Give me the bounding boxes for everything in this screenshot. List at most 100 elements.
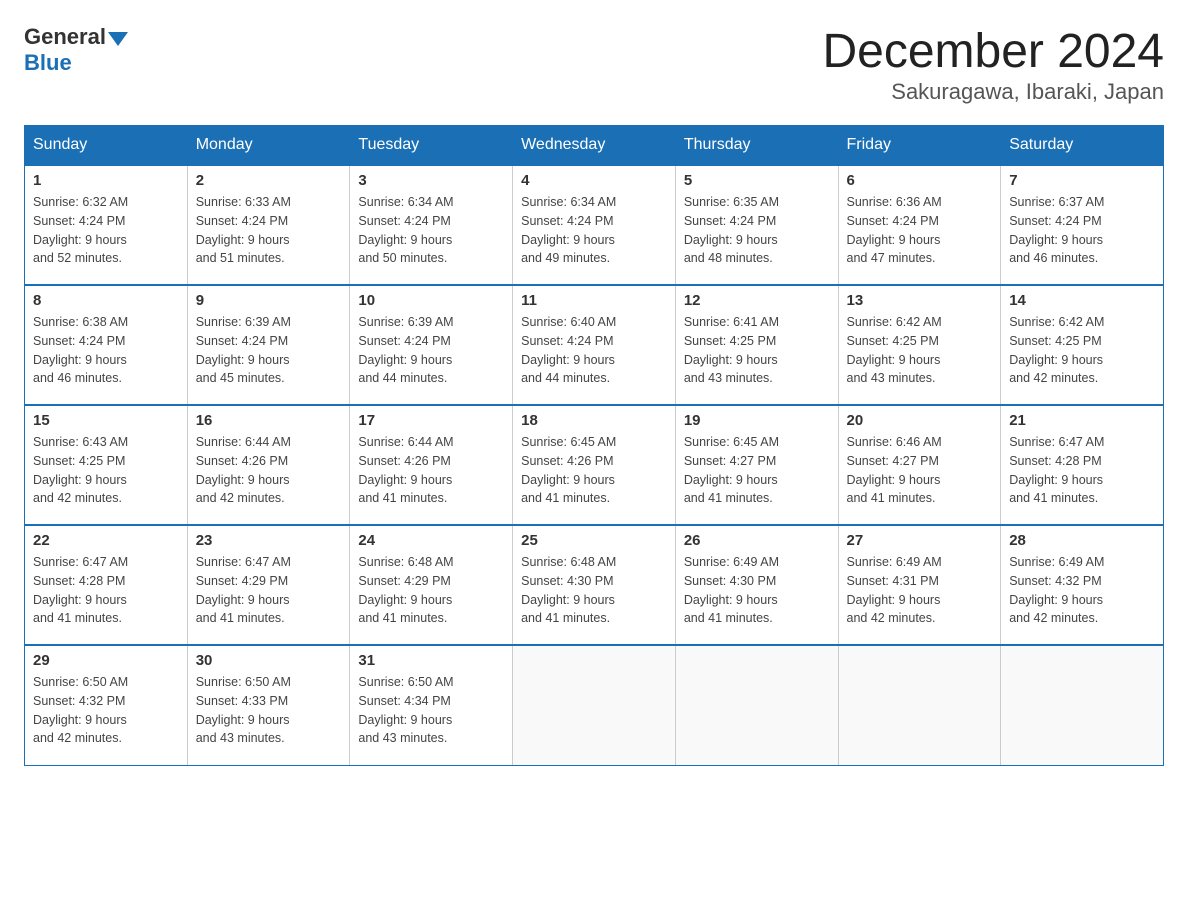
day-info: Sunrise: 6:41 AMSunset: 4:25 PMDaylight:…: [684, 313, 830, 388]
calendar-cell: 6Sunrise: 6:36 AMSunset: 4:24 PMDaylight…: [838, 165, 1001, 285]
calendar-table: SundayMondayTuesdayWednesdayThursdayFrid…: [24, 125, 1164, 766]
calendar-cell: [838, 645, 1001, 765]
calendar-week-row: 15Sunrise: 6:43 AMSunset: 4:25 PMDayligh…: [25, 405, 1164, 525]
day-info: Sunrise: 6:50 AMSunset: 4:33 PMDaylight:…: [196, 673, 342, 748]
day-info: Sunrise: 6:49 AMSunset: 4:32 PMDaylight:…: [1009, 553, 1155, 628]
header-wednesday: Wednesday: [513, 126, 676, 166]
month-title: December 2024: [822, 24, 1164, 79]
day-info: Sunrise: 6:48 AMSunset: 4:29 PMDaylight:…: [358, 553, 504, 628]
day-info: Sunrise: 6:45 AMSunset: 4:26 PMDaylight:…: [521, 433, 667, 508]
day-number: 9: [196, 292, 342, 309]
calendar-cell: 28 Sunrise: 6:49 AMSunset: 4:32 PMDayligh…: [1001, 525, 1164, 645]
calendar-cell: 21Sunrise: 6:47 AMSunset: 4:28 PMDayligh…: [1001, 405, 1164, 525]
calendar-cell: 1 Sunrise: 6:32 AMSunset: 4:24 PMDaylight…: [25, 165, 188, 285]
calendar-header-row: SundayMondayTuesdayWednesdayThursdayFrid…: [25, 126, 1164, 166]
logo-general-text: General: [24, 24, 106, 50]
day-info: Sunrise: 6:38 AMSunset: 4:24 PMDaylight:…: [33, 313, 179, 388]
day-number: 1: [33, 172, 179, 189]
day-info: Sunrise: 6:37 AMSunset: 4:24 PMDaylight:…: [1009, 193, 1155, 268]
day-number: 26: [684, 532, 830, 549]
calendar-cell: 29 Sunrise: 6:50 AMSunset: 4:32 PMDayligh…: [25, 645, 188, 765]
day-number: 30: [196, 652, 342, 669]
day-info: Sunrise: 6:34 AMSunset: 4:24 PMDaylight:…: [521, 193, 667, 268]
day-info: Sunrise: 6:35 AMSunset: 4:24 PMDaylight:…: [684, 193, 830, 268]
location-subtitle: Sakuragawa, Ibaraki, Japan: [822, 79, 1164, 105]
day-info: Sunrise: 6:49 AMSunset: 4:31 PMDaylight:…: [847, 553, 993, 628]
page-header: General Blue December 2024 Sakuragawa, I…: [24, 24, 1164, 105]
day-info: Sunrise: 6:50 AMSunset: 4:32 PMDaylight:…: [33, 673, 179, 748]
calendar-cell: 2Sunrise: 6:33 AMSunset: 4:24 PMDaylight…: [187, 165, 350, 285]
calendar-cell: 10Sunrise: 6:39 AMSunset: 4:24 PMDayligh…: [350, 285, 513, 405]
calendar-cell: 23 Sunrise: 6:47 AMSunset: 4:29 PMDayligh…: [187, 525, 350, 645]
calendar-cell: 24 Sunrise: 6:48 AMSunset: 4:29 PMDayligh…: [350, 525, 513, 645]
day-number: 4: [521, 172, 667, 189]
day-info: Sunrise: 6:50 AMSunset: 4:34 PMDaylight:…: [358, 673, 504, 748]
day-info: Sunrise: 6:45 AMSunset: 4:27 PMDaylight:…: [684, 433, 830, 508]
calendar-cell: 8Sunrise: 6:38 AMSunset: 4:24 PMDaylight…: [25, 285, 188, 405]
day-number: 29: [33, 652, 179, 669]
logo-arrow-icon: [108, 32, 128, 46]
day-number: 13: [847, 292, 993, 309]
day-number: 23: [196, 532, 342, 549]
day-number: 19: [684, 412, 830, 429]
calendar-week-row: 8Sunrise: 6:38 AMSunset: 4:24 PMDaylight…: [25, 285, 1164, 405]
calendar-cell: 30 Sunrise: 6:50 AMSunset: 4:33 PMDayligh…: [187, 645, 350, 765]
calendar-cell: [513, 645, 676, 765]
day-info: Sunrise: 6:36 AMSunset: 4:24 PMDaylight:…: [847, 193, 993, 268]
calendar-cell: 26 Sunrise: 6:49 AMSunset: 4:30 PMDayligh…: [675, 525, 838, 645]
day-number: 3: [358, 172, 504, 189]
calendar-cell: 27Sunrise: 6:49 AMSunset: 4:31 PMDayligh…: [838, 525, 1001, 645]
calendar-cell: 25 Sunrise: 6:48 AMSunset: 4:30 PMDayligh…: [513, 525, 676, 645]
day-number: 24: [358, 532, 504, 549]
header-sunday: Sunday: [25, 126, 188, 166]
day-info: Sunrise: 6:40 AMSunset: 4:24 PMDaylight:…: [521, 313, 667, 388]
day-number: 20: [847, 412, 993, 429]
calendar-cell: 4 Sunrise: 6:34 AMSunset: 4:24 PMDaylight…: [513, 165, 676, 285]
calendar-cell: 7 Sunrise: 6:37 AMSunset: 4:24 PMDaylight…: [1001, 165, 1164, 285]
day-number: 22: [33, 532, 179, 549]
day-info: Sunrise: 6:49 AMSunset: 4:30 PMDaylight:…: [684, 553, 830, 628]
calendar-cell: 5 Sunrise: 6:35 AMSunset: 4:24 PMDaylight…: [675, 165, 838, 285]
day-number: 10: [358, 292, 504, 309]
day-number: 28: [1009, 532, 1155, 549]
calendar-cell: 20Sunrise: 6:46 AMSunset: 4:27 PMDayligh…: [838, 405, 1001, 525]
day-number: 5: [684, 172, 830, 189]
day-info: Sunrise: 6:44 AMSunset: 4:26 PMDaylight:…: [196, 433, 342, 508]
calendar-week-row: 22 Sunrise: 6:47 AMSunset: 4:28 PMDayligh…: [25, 525, 1164, 645]
day-number: 17: [358, 412, 504, 429]
header-saturday: Saturday: [1001, 126, 1164, 166]
title-section: December 2024 Sakuragawa, Ibaraki, Japan: [822, 24, 1164, 105]
day-info: Sunrise: 6:44 AMSunset: 4:26 PMDaylight:…: [358, 433, 504, 508]
day-info: Sunrise: 6:43 AMSunset: 4:25 PMDaylight:…: [33, 433, 179, 508]
calendar-cell: 16 Sunrise: 6:44 AMSunset: 4:26 PMDayligh…: [187, 405, 350, 525]
calendar-cell: 11 Sunrise: 6:40 AMSunset: 4:24 PMDayligh…: [513, 285, 676, 405]
day-number: 7: [1009, 172, 1155, 189]
calendar-cell: 19 Sunrise: 6:45 AMSunset: 4:27 PMDayligh…: [675, 405, 838, 525]
calendar-week-row: 29 Sunrise: 6:50 AMSunset: 4:32 PMDayligh…: [25, 645, 1164, 765]
day-number: 14: [1009, 292, 1155, 309]
day-info: Sunrise: 6:42 AMSunset: 4:25 PMDaylight:…: [1009, 313, 1155, 388]
calendar-week-row: 1 Sunrise: 6:32 AMSunset: 4:24 PMDaylight…: [25, 165, 1164, 285]
day-number: 25: [521, 532, 667, 549]
calendar-cell: 14 Sunrise: 6:42 AMSunset: 4:25 PMDayligh…: [1001, 285, 1164, 405]
header-tuesday: Tuesday: [350, 126, 513, 166]
calendar-cell: 12Sunrise: 6:41 AMSunset: 4:25 PMDayligh…: [675, 285, 838, 405]
day-number: 2: [196, 172, 342, 189]
header-monday: Monday: [187, 126, 350, 166]
calendar-cell: 17 Sunrise: 6:44 AMSunset: 4:26 PMDayligh…: [350, 405, 513, 525]
day-number: 11: [521, 292, 667, 309]
calendar-cell: 18 Sunrise: 6:45 AMSunset: 4:26 PMDayligh…: [513, 405, 676, 525]
logo-blue-text: Blue: [24, 50, 72, 76]
calendar-cell: 9Sunrise: 6:39 AMSunset: 4:24 PMDaylight…: [187, 285, 350, 405]
day-info: Sunrise: 6:47 AMSunset: 4:28 PMDaylight:…: [33, 553, 179, 628]
day-number: 21: [1009, 412, 1155, 429]
day-number: 16: [196, 412, 342, 429]
calendar-cell: 15Sunrise: 6:43 AMSunset: 4:25 PMDayligh…: [25, 405, 188, 525]
day-number: 18: [521, 412, 667, 429]
day-info: Sunrise: 6:42 AMSunset: 4:25 PMDaylight:…: [847, 313, 993, 388]
day-info: Sunrise: 6:47 AMSunset: 4:29 PMDaylight:…: [196, 553, 342, 628]
calendar-cell: 22 Sunrise: 6:47 AMSunset: 4:28 PMDayligh…: [25, 525, 188, 645]
day-info: Sunrise: 6:48 AMSunset: 4:30 PMDaylight:…: [521, 553, 667, 628]
day-info: Sunrise: 6:32 AMSunset: 4:24 PMDaylight:…: [33, 193, 179, 268]
header-thursday: Thursday: [675, 126, 838, 166]
